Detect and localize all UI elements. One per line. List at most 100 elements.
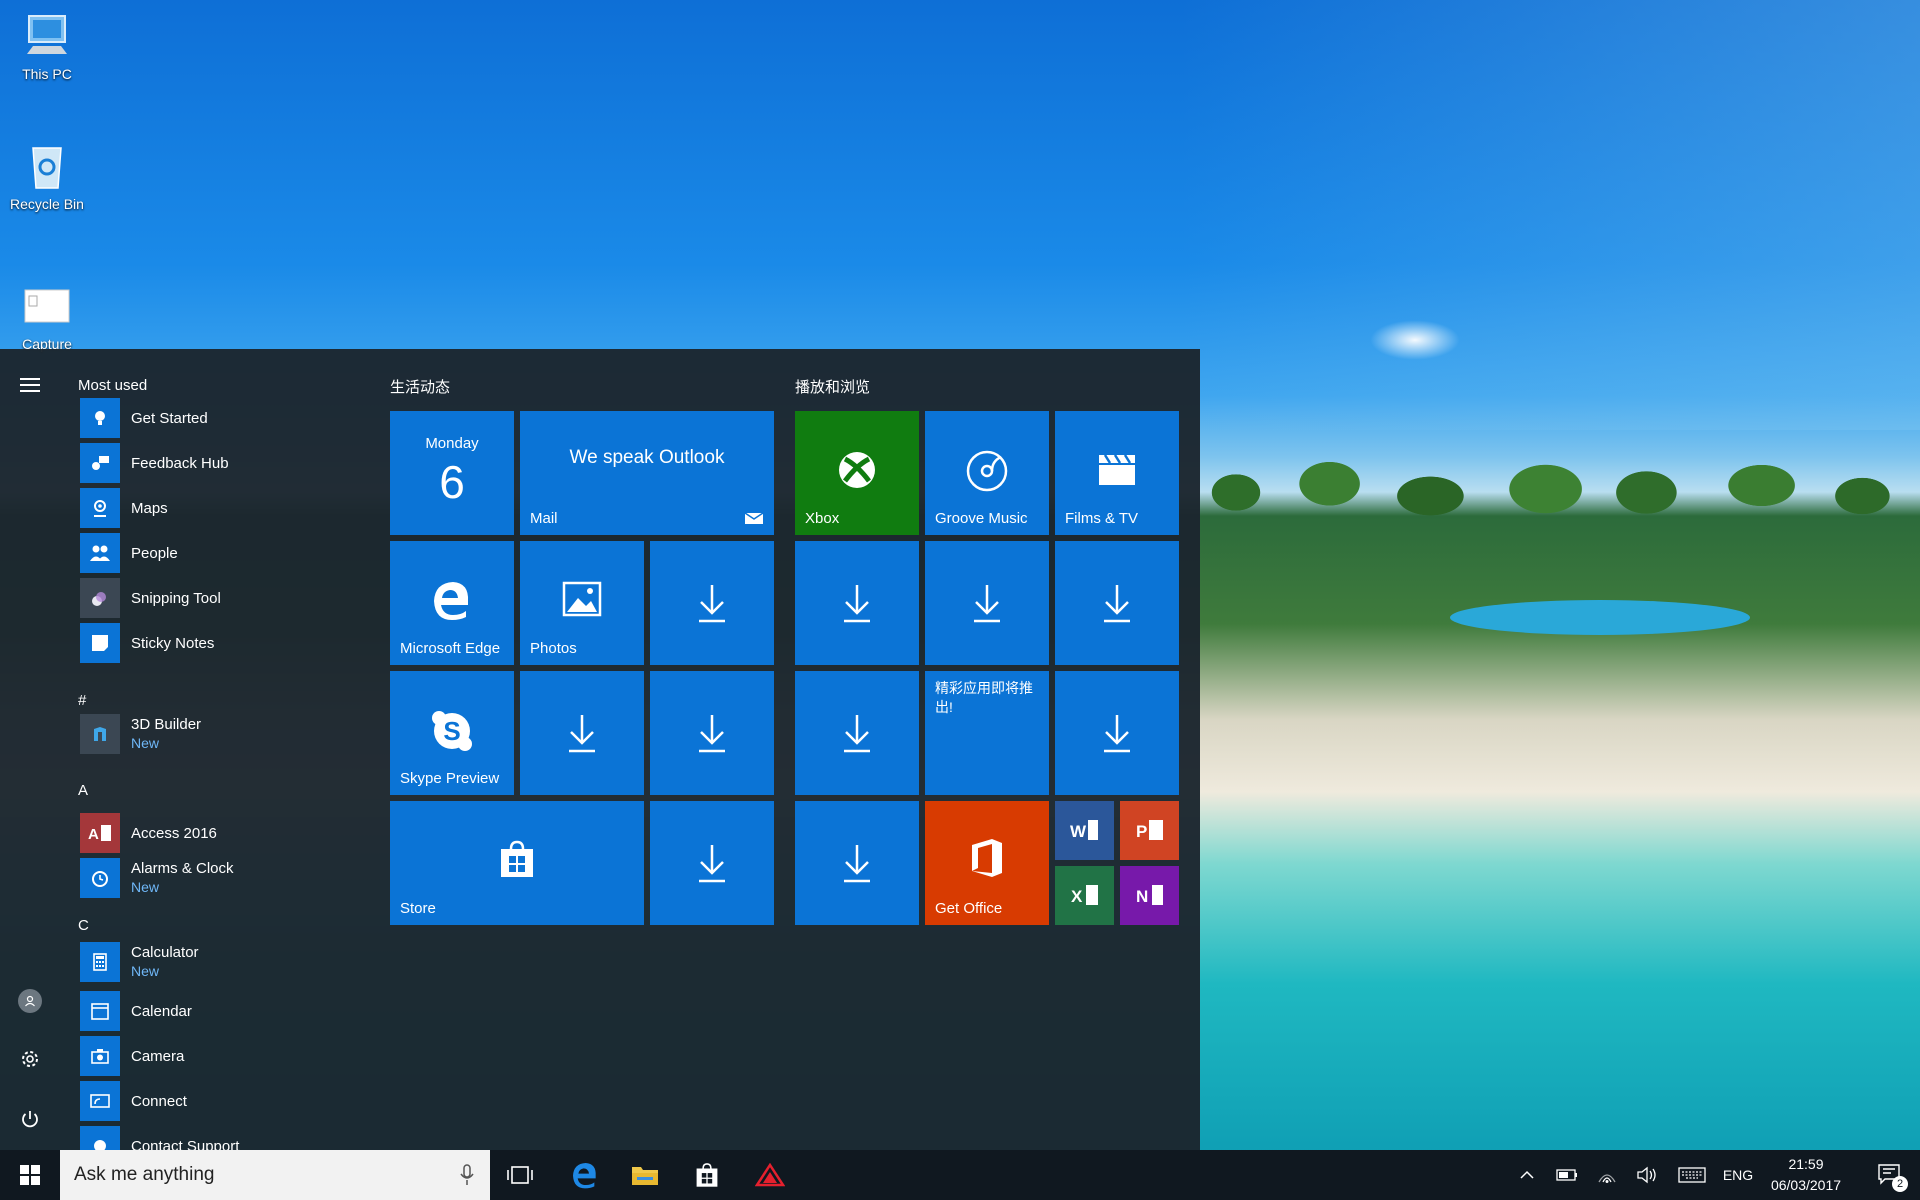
wallpaper-palm-trees	[1200, 440, 1920, 615]
download-tile[interactable]	[795, 671, 919, 795]
powerpoint-icon: P	[1136, 820, 1163, 841]
download-icon	[699, 585, 725, 623]
settings-button[interactable]	[12, 1041, 48, 1077]
download-tile[interactable]	[650, 801, 774, 925]
taskbar-edge[interactable]	[560, 1150, 610, 1200]
desktop-icon-recycle-bin[interactable]: Recycle Bin	[4, 140, 90, 212]
download-tile[interactable]	[650, 671, 774, 795]
download-tile[interactable]	[795, 801, 919, 925]
wallpaper-sky	[1180, 0, 1920, 430]
new-badge: New	[131, 735, 160, 751]
download-tile[interactable]	[1055, 671, 1179, 795]
download-tile[interactable]	[1055, 541, 1179, 665]
download-tile[interactable]	[520, 671, 644, 795]
tile-group-header-life[interactable]: 生活动态	[390, 376, 450, 397]
tile-group-header-play[interactable]: 播放和浏览	[795, 376, 870, 397]
tile-label: Groove Music	[935, 510, 1028, 527]
connect-icon	[80, 1081, 120, 1121]
taskbar-store[interactable]	[682, 1150, 732, 1200]
coming-soon-tile[interactable]: 精彩应用即将推出!	[925, 671, 1049, 795]
microphone-icon[interactable]	[460, 1164, 474, 1186]
photos-tile[interactable]: Photos	[520, 541, 644, 665]
coming-soon-text: 精彩应用即将推出!	[935, 680, 1033, 715]
powerpoint-tile[interactable]: P	[1120, 801, 1179, 860]
sticky-note-icon	[80, 623, 120, 663]
onenote-icon: N	[1136, 885, 1163, 906]
chevron-up-icon	[1520, 1170, 1534, 1179]
clock-button[interactable]: 21:59 06/03/2017	[1752, 1154, 1860, 1196]
svg-text:W: W	[1070, 822, 1087, 841]
groove-music-icon	[966, 450, 1008, 492]
section-header-c[interactable]: C	[78, 917, 89, 934]
app-maps[interactable]: Maps	[80, 487, 370, 529]
volume-button[interactable]	[1632, 1150, 1662, 1200]
speaker-icon	[1637, 1166, 1656, 1184]
action-center-button[interactable]: 2	[1866, 1150, 1914, 1200]
cortana-search-box[interactable]: Ask me anything	[60, 1150, 490, 1200]
battery-button[interactable]	[1552, 1150, 1582, 1200]
word-tile[interactable]: W	[1055, 801, 1114, 860]
access-icon: A	[80, 813, 120, 853]
red-triangle-app-icon	[755, 1163, 785, 1187]
films-tv-tile[interactable]: Films & TV	[1055, 411, 1179, 535]
app-calendar[interactable]: Calendar	[80, 990, 370, 1032]
download-icon	[1104, 715, 1130, 753]
calculator-icon	[80, 942, 120, 982]
app-people[interactable]: People	[80, 532, 370, 574]
app-camera[interactable]: Camera	[80, 1035, 370, 1077]
network-button[interactable]	[1592, 1150, 1622, 1200]
calendar-tile[interactable]: Monday 6	[390, 411, 514, 535]
skype-tile[interactable]: S Skype Preview	[390, 671, 514, 795]
excel-icon: X	[1071, 885, 1098, 906]
app-feedback-hub[interactable]: Feedback Hub	[80, 442, 370, 484]
xbox-tile[interactable]: Xbox	[795, 411, 919, 535]
app-calculator[interactable]: Calculator New	[80, 941, 370, 983]
groove-music-tile[interactable]: Groove Music	[925, 411, 1049, 535]
app-name: Alarms & Clock	[131, 860, 234, 877]
store-tile[interactable]: Store	[390, 801, 644, 925]
svg-text:N: N	[1136, 887, 1148, 906]
app-label: People	[131, 544, 178, 562]
app-connect[interactable]: Connect	[80, 1080, 370, 1122]
store-bag-icon	[696, 1163, 718, 1187]
app-alarms-clock[interactable]: Alarms & Clock New	[80, 857, 370, 899]
edge-icon	[434, 582, 469, 620]
desktop-icon-capture[interactable]: Capture	[4, 280, 90, 352]
download-tile[interactable]	[925, 541, 1049, 665]
app-3d-builder[interactable]: 3D Builder New	[80, 713, 370, 755]
onenote-tile[interactable]: N	[1120, 866, 1179, 925]
download-icon	[569, 715, 595, 753]
section-header-hash[interactable]: #	[78, 692, 86, 709]
desktop-icon-this-pc[interactable]: This PC	[4, 10, 90, 82]
app-label: Contact Support	[131, 1137, 240, 1151]
edge-tile[interactable]: Microsoft Edge	[390, 541, 514, 665]
get-office-tile[interactable]: Get Office	[925, 801, 1049, 925]
camera-icon	[80, 1036, 120, 1076]
expand-menu-button[interactable]	[12, 367, 48, 403]
section-header-a[interactable]: A	[78, 782, 88, 799]
app-get-started[interactable]: Get Started	[80, 397, 370, 439]
power-button[interactable]	[12, 1101, 48, 1137]
touch-keyboard-button[interactable]	[1672, 1150, 1712, 1200]
tile-label: Skype Preview	[400, 770, 500, 787]
taskbar-red-app[interactable]	[744, 1150, 796, 1200]
tile-label: Mail	[530, 510, 558, 527]
app-contact-support[interactable]: Contact Support	[80, 1125, 370, 1150]
start-button[interactable]	[0, 1150, 60, 1200]
app-sticky-notes[interactable]: Sticky Notes	[80, 622, 370, 664]
mail-tile[interactable]: We speak Outlook Mail	[520, 411, 774, 535]
task-view-button[interactable]	[498, 1150, 542, 1200]
user-account-button[interactable]	[12, 983, 48, 1019]
folder-icon	[632, 1167, 658, 1185]
app-snipping-tool[interactable]: Snipping Tool	[80, 577, 370, 619]
app-label: 3D Builder New	[131, 715, 201, 753]
language-indicator: ENG	[1722, 1167, 1754, 1183]
taskbar-file-explorer[interactable]	[620, 1150, 670, 1200]
download-tile[interactable]	[795, 541, 919, 665]
app-access-2016[interactable]: A Access 2016	[80, 812, 370, 854]
download-tile[interactable]	[650, 541, 774, 665]
app-label: Get Started	[131, 409, 208, 427]
show-hidden-icons-button[interactable]	[1512, 1150, 1542, 1200]
excel-tile[interactable]: X	[1055, 866, 1114, 925]
tile-label: Get Office	[935, 900, 1003, 917]
